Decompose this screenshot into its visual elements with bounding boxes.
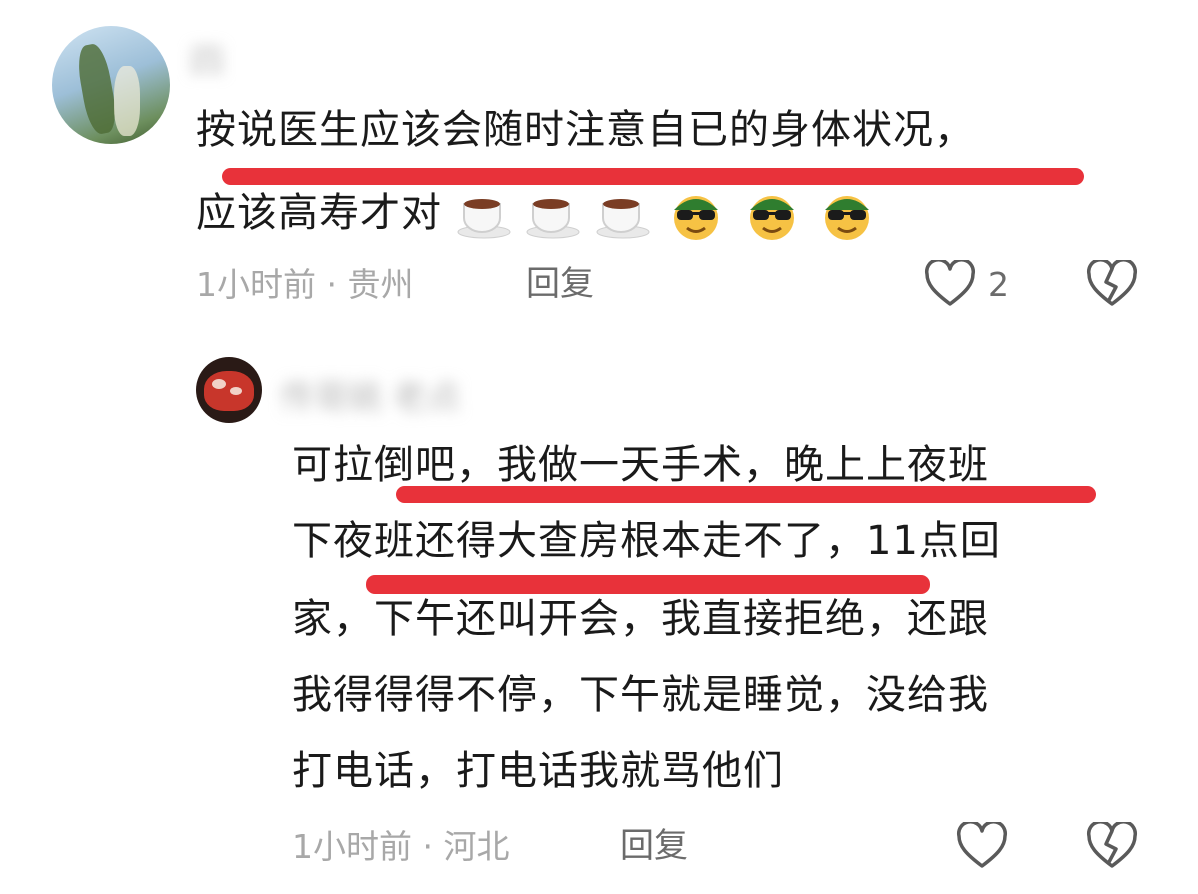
coffee-icon xyxy=(525,190,581,240)
reply-button[interactable]: 回复 xyxy=(620,829,688,863)
highlight-underline xyxy=(396,486,1096,503)
avatar[interactable] xyxy=(52,26,170,144)
coffee-icon xyxy=(595,190,651,240)
like-button[interactable] xyxy=(924,260,976,308)
highlight-underline xyxy=(222,168,1084,185)
heart-icon xyxy=(956,822,1008,870)
comment-text-line: 可拉倒吧，我做一天手术，晚上上夜班 xyxy=(292,442,989,488)
comment-text-line: 我得得得不停，下午就是睡觉，没给我 xyxy=(292,672,989,718)
coffee-icon xyxy=(456,190,512,240)
reply-button[interactable]: 回复 xyxy=(526,267,594,301)
comment-text-line: 按说医生应该会随时注意自已的身体状况， xyxy=(196,107,975,153)
username[interactable]: 四 xyxy=(190,34,224,83)
broken-heart-icon xyxy=(1086,260,1138,308)
dislike-button[interactable] xyxy=(1086,260,1138,308)
comment-text-line: 应该高寿才对 xyxy=(196,190,878,240)
cool-face-icon xyxy=(816,190,878,240)
comment-text-line: 下夜班还得大查房根本走不了，11点回 xyxy=(292,518,1001,564)
comment-text-line: 家，下午还叫开会，我直接拒绝，还跟 xyxy=(292,596,989,642)
comment-text-line: 打电话，打电话我就骂他们 xyxy=(292,748,784,794)
avatar[interactable] xyxy=(196,357,262,423)
like-button[interactable] xyxy=(956,822,1008,870)
cool-face-icon xyxy=(665,190,727,240)
broken-heart-icon xyxy=(1086,822,1138,870)
username[interactable]: 传哥姚 老点 xyxy=(280,370,461,419)
time-location: 1小时前 · 贵州 xyxy=(196,265,414,304)
highlight-underline xyxy=(366,575,930,594)
dislike-button[interactable] xyxy=(1086,822,1138,870)
heart-icon xyxy=(924,260,976,308)
time-location: 1小时前 · 河北 xyxy=(292,827,510,866)
like-count: 2 xyxy=(988,265,1009,304)
cool-face-icon xyxy=(741,190,803,240)
